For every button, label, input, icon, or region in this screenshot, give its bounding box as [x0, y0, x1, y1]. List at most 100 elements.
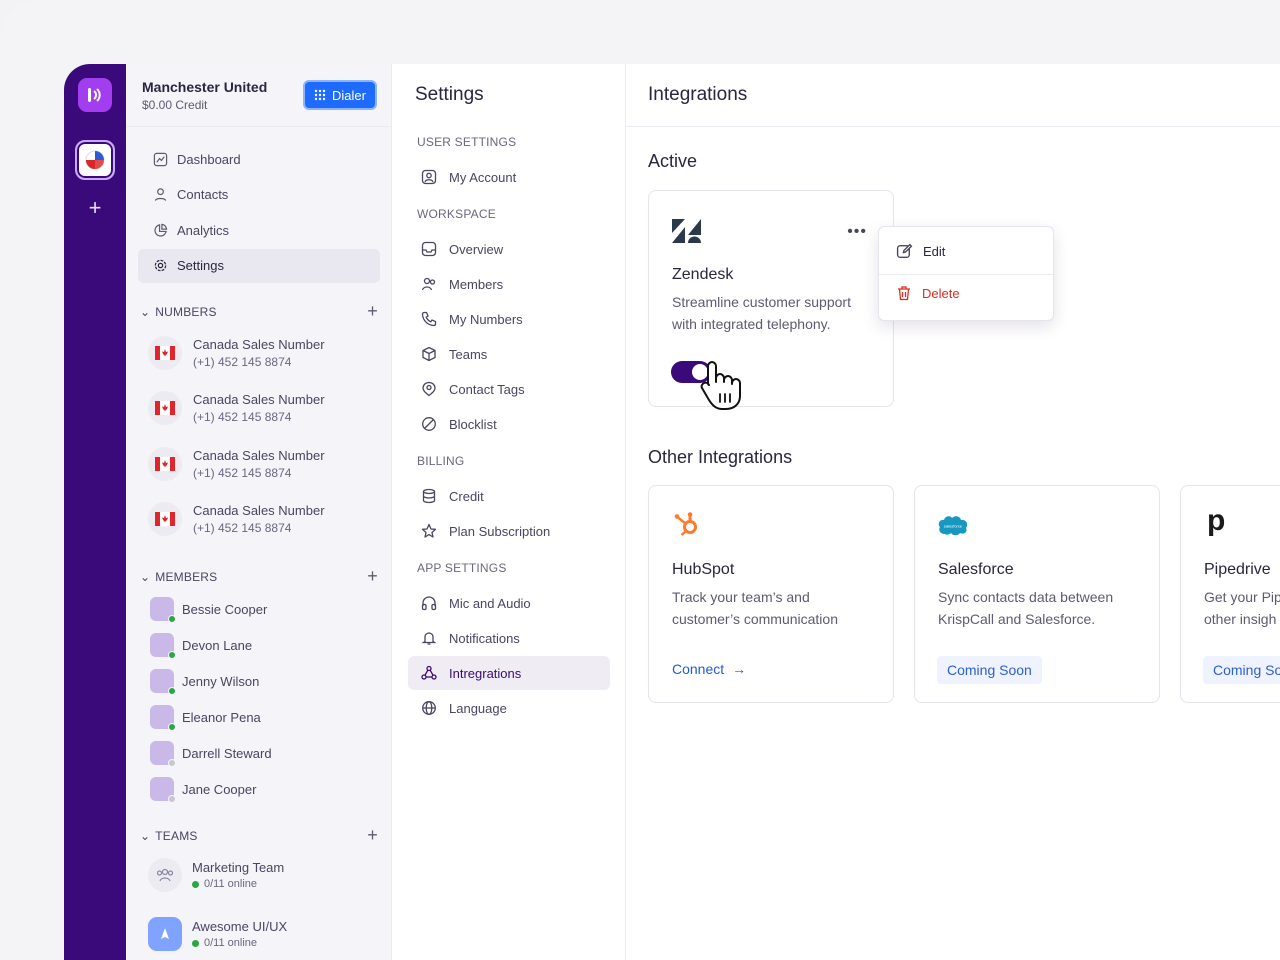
- hubspot-card: HubSpot Track your team’s and customer’s…: [648, 485, 894, 703]
- team-item[interactable]: Awesome UI/UX 0/11 online: [148, 917, 287, 951]
- add-number-icon[interactable]: +: [367, 301, 378, 322]
- avatar: [150, 777, 176, 803]
- grid-icon: [314, 89, 326, 101]
- nav-item-analytics[interactable]: Analytics: [138, 213, 380, 247]
- settings-item-notifications[interactable]: Notifications: [408, 621, 610, 655]
- more-options-icon[interactable]: •••: [847, 223, 867, 241]
- member-name: Jane Cooper: [182, 781, 257, 797]
- member-item[interactable]: Jenny Wilson: [150, 669, 259, 695]
- menu-divider: [879, 274, 1055, 275]
- description-line: KrispCall and Salesforce.: [938, 611, 1096, 627]
- member-name: Eleanor Pena: [182, 709, 261, 725]
- member-item[interactable]: Darrell Steward: [150, 741, 272, 767]
- member-item[interactable]: Jane Cooper: [150, 777, 257, 803]
- workspace-avatar[interactable]: [75, 140, 115, 180]
- star-icon: [421, 523, 437, 539]
- section-label: BILLING: [417, 454, 465, 468]
- edit-icon: [896, 243, 913, 259]
- settings-item-credit[interactable]: Credit: [408, 479, 610, 513]
- delete-label: Delete: [922, 285, 960, 301]
- settings-item-my-numbers[interactable]: My Numbers: [408, 302, 610, 336]
- cube-icon: [421, 346, 437, 362]
- pipedrive-logo-icon: p: [1207, 504, 1226, 537]
- main-nav: Dashboard Contacts Analytics Settings: [138, 142, 380, 284]
- menu-item-edit[interactable]: Edit: [896, 243, 945, 260]
- window-frame: + Manchester United $0.00 Credit Dialer …: [0, 0, 1280, 960]
- number-item[interactable]: Canada Sales Number (+1) 452 145 8874: [148, 391, 325, 425]
- settings-item-contact-tags[interactable]: Contact Tags: [408, 372, 610, 406]
- headphones-icon: [421, 595, 437, 611]
- number-name: Canada Sales Number: [193, 392, 325, 407]
- number-item[interactable]: Canada Sales Number (+1) 452 145 8874: [148, 502, 325, 536]
- settings-item-language[interactable]: Language: [408, 691, 610, 725]
- teams-section-header[interactable]: ⌄ TEAMS +: [140, 825, 378, 846]
- menu-item-delete[interactable]: Delete: [896, 285, 960, 301]
- member-item[interactable]: Eleanor Pena: [150, 705, 261, 731]
- settings-item-label: Members: [449, 276, 504, 292]
- integration-description: Streamline customer support with integra…: [672, 291, 877, 335]
- org-name: Manchester United: [142, 79, 268, 95]
- nav-item-contacts[interactable]: Contacts: [138, 178, 380, 212]
- settings-nav: Settings USER SETTINGS My Account WORKSP…: [392, 64, 626, 960]
- dialer-button[interactable]: Dialer: [303, 80, 377, 110]
- number-name: Canada Sales Number: [193, 337, 325, 352]
- pie-chart-icon: [152, 222, 168, 238]
- number-item[interactable]: Canada Sales Number (+1) 452 145 8874: [148, 336, 325, 370]
- settings-item-overview[interactable]: Overview: [408, 232, 610, 266]
- add-team-icon[interactable]: +: [367, 825, 378, 846]
- member-item[interactable]: Devon Lane: [150, 633, 253, 659]
- settings-item-plan-subscription[interactable]: Plan Subscription: [408, 514, 610, 548]
- nav-label: Settings: [177, 258, 224, 273]
- chevron-down-icon: ⌄: [140, 304, 151, 319]
- phone-icon: [421, 311, 437, 327]
- app-logo[interactable]: [78, 78, 112, 112]
- member-name: Devon Lane: [182, 637, 253, 653]
- svg-text:salesforce: salesforce: [944, 524, 963, 529]
- avatar: [150, 705, 176, 731]
- left-sidebar: Manchester United $0.00 Credit Dialer Da…: [126, 64, 392, 960]
- numbers-header: NUMBERS: [155, 304, 217, 319]
- member-item[interactable]: Bessie Cooper: [150, 597, 267, 623]
- salesforce-logo-icon: salesforce: [938, 516, 968, 536]
- edit-label: Edit: [923, 244, 946, 259]
- avatar: [150, 669, 176, 695]
- settings-item-teams[interactable]: Teams: [408, 337, 610, 371]
- number-value: (+1) 452 145 8874: [193, 521, 292, 535]
- section-label: USER SETTINGS: [417, 135, 517, 149]
- members-icon: [421, 276, 437, 292]
- user-icon: [152, 187, 168, 203]
- nav-item-dashboard[interactable]: Dashboard: [138, 142, 380, 176]
- numbers-section-header[interactable]: ⌄ NUMBERS +: [140, 301, 378, 322]
- add-workspace-icon[interactable]: +: [85, 197, 105, 219]
- settings-item-label: Blocklist: [449, 416, 497, 432]
- description-line: Get your Pip: [1204, 589, 1280, 605]
- number-item[interactable]: Canada Sales Number (+1) 452 145 8874: [148, 447, 325, 481]
- page-title: Integrations: [648, 84, 748, 105]
- settings-item-my-account[interactable]: My Account: [408, 160, 610, 194]
- dialer-label: Dialer: [332, 87, 366, 103]
- section-label: APP SETTINGS: [417, 561, 507, 575]
- settings-item-integrations[interactable]: Intregrations: [408, 656, 610, 690]
- online-status-dot: [168, 723, 176, 731]
- settings-item-blocklist[interactable]: Blocklist: [408, 407, 610, 441]
- team-avatar-icon: [148, 917, 182, 951]
- team-item[interactable]: Marketing Team 0/11 online: [148, 858, 284, 892]
- team-group-icon: [148, 858, 182, 892]
- divider: [126, 126, 392, 127]
- account-icon: [421, 169, 437, 185]
- nav-label: Dashboard: [177, 151, 241, 167]
- nav-item-settings[interactable]: Settings: [138, 248, 380, 283]
- settings-item-mic-and-audio[interactable]: Mic and Audio: [408, 586, 610, 620]
- add-member-icon[interactable]: +: [367, 566, 378, 587]
- members-section-header[interactable]: ⌄ MEMBERS +: [140, 566, 378, 587]
- settings-item-label: Plan Subscription: [449, 523, 551, 539]
- team-name: Awesome UI/UX: [192, 919, 288, 934]
- app-window: + Manchester United $0.00 Credit Dialer …: [64, 64, 1280, 960]
- settings-item-members[interactable]: Members: [408, 267, 610, 301]
- connect-link[interactable]: Connect →: [672, 661, 746, 677]
- main-content: Integrations Active ••• Zendesk Streamli…: [626, 64, 1280, 960]
- settings-item-label: Mic and Audio: [449, 595, 531, 611]
- nav-label: Contacts: [177, 187, 229, 202]
- logo-icon: [88, 88, 101, 102]
- team-name: Marketing Team: [192, 860, 285, 875]
